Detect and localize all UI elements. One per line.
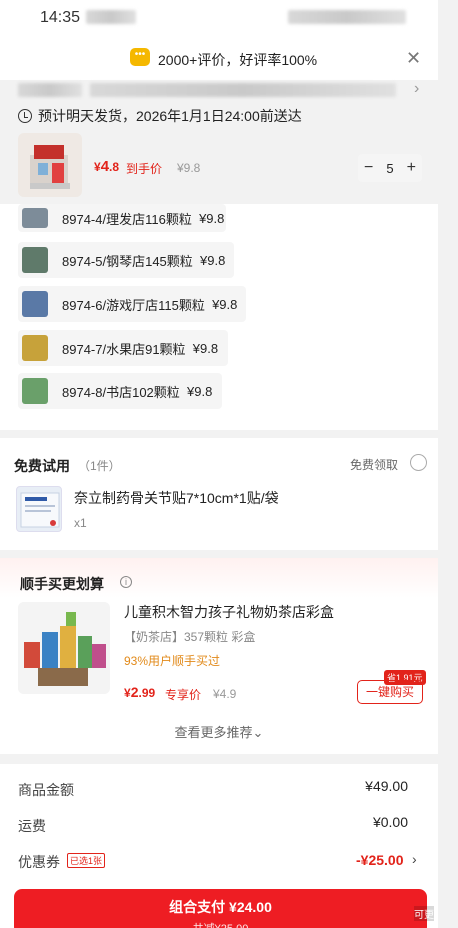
extra-orig-price: ¥4.9 [213,687,237,701]
variant-item[interactable]: 8974-7/水果店91颗粒 ¥9.8 [18,330,228,366]
chevron-right-icon[interactable]: › [414,80,419,98]
variant-item[interactable]: 8974-4/理发店116颗粒 ¥9.8 [18,204,226,232]
main-price-dec: .8 [109,160,120,174]
pay-button-label: 组合支付 ¥24.00 [169,899,272,915]
chevron-right-icon[interactable]: › [412,851,417,867]
variant-label: 8974-7/水果店91颗粒 [62,341,186,357]
shipping-text: 预计明天发货，2026年1月1日24:00前送达 [38,108,302,124]
main-price-symbol: ¥ [94,160,101,174]
quantity-stepper[interactable]: − 5 + [358,154,422,182]
trial-count: （1件） [78,459,121,473]
extra-price-dec: .99 [138,686,156,700]
info-icon[interactable]: i [120,576,132,588]
trial-product-image[interactable] [16,486,62,532]
main-price-tag: 到手价 [126,162,163,176]
trial-quantity: x1 [74,516,87,530]
variant-label: 8974-4/理发店116颗粒 [62,211,192,227]
variant-thumb [22,208,48,228]
side-watermark: 可更 [414,906,434,921]
review-text: 2000+评价，好评率100% [158,52,318,68]
extra-price: ¥2.99 [124,684,155,700]
order-summary: 商品金额 ¥49.00 运费 ¥0.00 优惠券 已选1张 -¥25.00 › [0,764,438,876]
variant-price: ¥9.8 [192,340,219,356]
more-recommendations-link[interactable]: 查看更多推荐⌄ [0,722,438,741]
address-row[interactable] [0,80,438,100]
variant-item[interactable]: 8974-5/钢琴店145颗粒 ¥9.8 [18,242,234,278]
trial-radio[interactable] [410,454,427,471]
variant-label: 8974-6/游戏厅店115颗粒 [62,297,205,313]
coupon-selected-badge: 已选1张 [67,853,106,868]
review-banner: ••• 2000+评价，好评率100% ✕ [0,36,438,80]
status-time: 14:35 [40,9,81,26]
status-blurred-carrier [86,10,136,24]
close-icon[interactable]: ✕ [406,48,421,69]
goods-amount-value: ¥49.00 [365,778,408,794]
pay-discount-label: 共减¥25.00 [14,920,427,928]
trial-free-label: 免费领取 [350,458,399,472]
variant-label: 8974-5/钢琴店145颗粒 [62,253,193,269]
main-orig-price: ¥9.8 [177,161,201,175]
address-blurred-left [18,83,82,97]
extra-product-spec: 【奶茶店】357颗粒 彩盒 [124,630,256,644]
main-price: ¥4.8 [94,158,119,175]
right-gutter [438,0,458,928]
minus-button[interactable]: − [364,159,373,177]
coupon-label: 优惠券 [18,854,60,870]
pay-button[interactable]: 组合支付 ¥24.00 共减¥25.00 [14,889,427,928]
main-price-int: 4 [100,158,110,175]
extra-buy-percent: 93%用户顺手买过 [124,654,221,668]
bottom-bar: 组合支付 ¥24.00 共减¥25.00 [0,876,438,928]
coupon-value[interactable]: -¥25.00 [356,852,403,868]
extra-product-name: 儿童积木智力孩子礼物奶茶店彩盒 [124,604,334,620]
variant-price: ¥9.8 [199,210,225,226]
shipping-fee-value: ¥0.00 [372,814,408,830]
shipping-row: 预计明天发货，2026年1月1日24:00前送达 [18,106,302,126]
variant-thumb [22,335,48,361]
variant-thumb [22,378,48,404]
variant-thumb [22,247,48,273]
variant-price: ¥9.8 [200,252,226,268]
clock-icon [18,109,32,123]
variant-item[interactable]: 8974-6/游戏厅店115颗粒 ¥9.8 [18,286,246,322]
main-product-image[interactable] [18,133,82,197]
goods-amount-label: 商品金额 [18,782,74,798]
variant-list: 8974-4/理发店116颗粒 ¥9.8 8974-5/钢琴店145颗粒 ¥9.… [0,204,438,430]
message-bubble-icon: ••• [130,48,150,66]
status-blurred-icons [288,10,406,24]
extra-price-symbol: ¥ [124,686,131,700]
trial-product-name: 奈立制药骨关节贴7*10cm*1贴/袋 [74,490,279,506]
variant-thumb [22,291,48,317]
shipping-fee-label: 运费 [18,818,46,834]
variant-item[interactable]: 8974-8/书店102颗粒 ¥9.8 [18,373,222,409]
extra-buy-section: 顺手买更划算 i 儿童积木智力孩子礼物奶茶店彩盒 【奶茶店】357颗粒 彩盒 9… [0,558,438,754]
free-trial-section: 免费试用 （1件） 免费领取 奈立制药骨关节贴7*10cm*1贴/袋 x1 [0,438,438,550]
extra-price-tag: 专享价 [165,688,202,702]
status-bar: 14:35 [0,0,438,36]
trial-title: 免费试用 [14,458,70,474]
extra-product-image[interactable] [18,602,110,694]
plus-button[interactable]: + [407,159,416,177]
extra-title: 顺手买更划算 [20,576,104,592]
variant-label: 8974-8/书店102颗粒 [62,384,180,400]
variant-price: ¥9.8 [212,296,238,312]
variant-price: ¥9.8 [187,383,213,399]
one-click-buy-button[interactable]: 一键购买 [357,680,423,704]
address-blurred-right [90,83,396,97]
quantity-value: 5 [386,160,394,176]
